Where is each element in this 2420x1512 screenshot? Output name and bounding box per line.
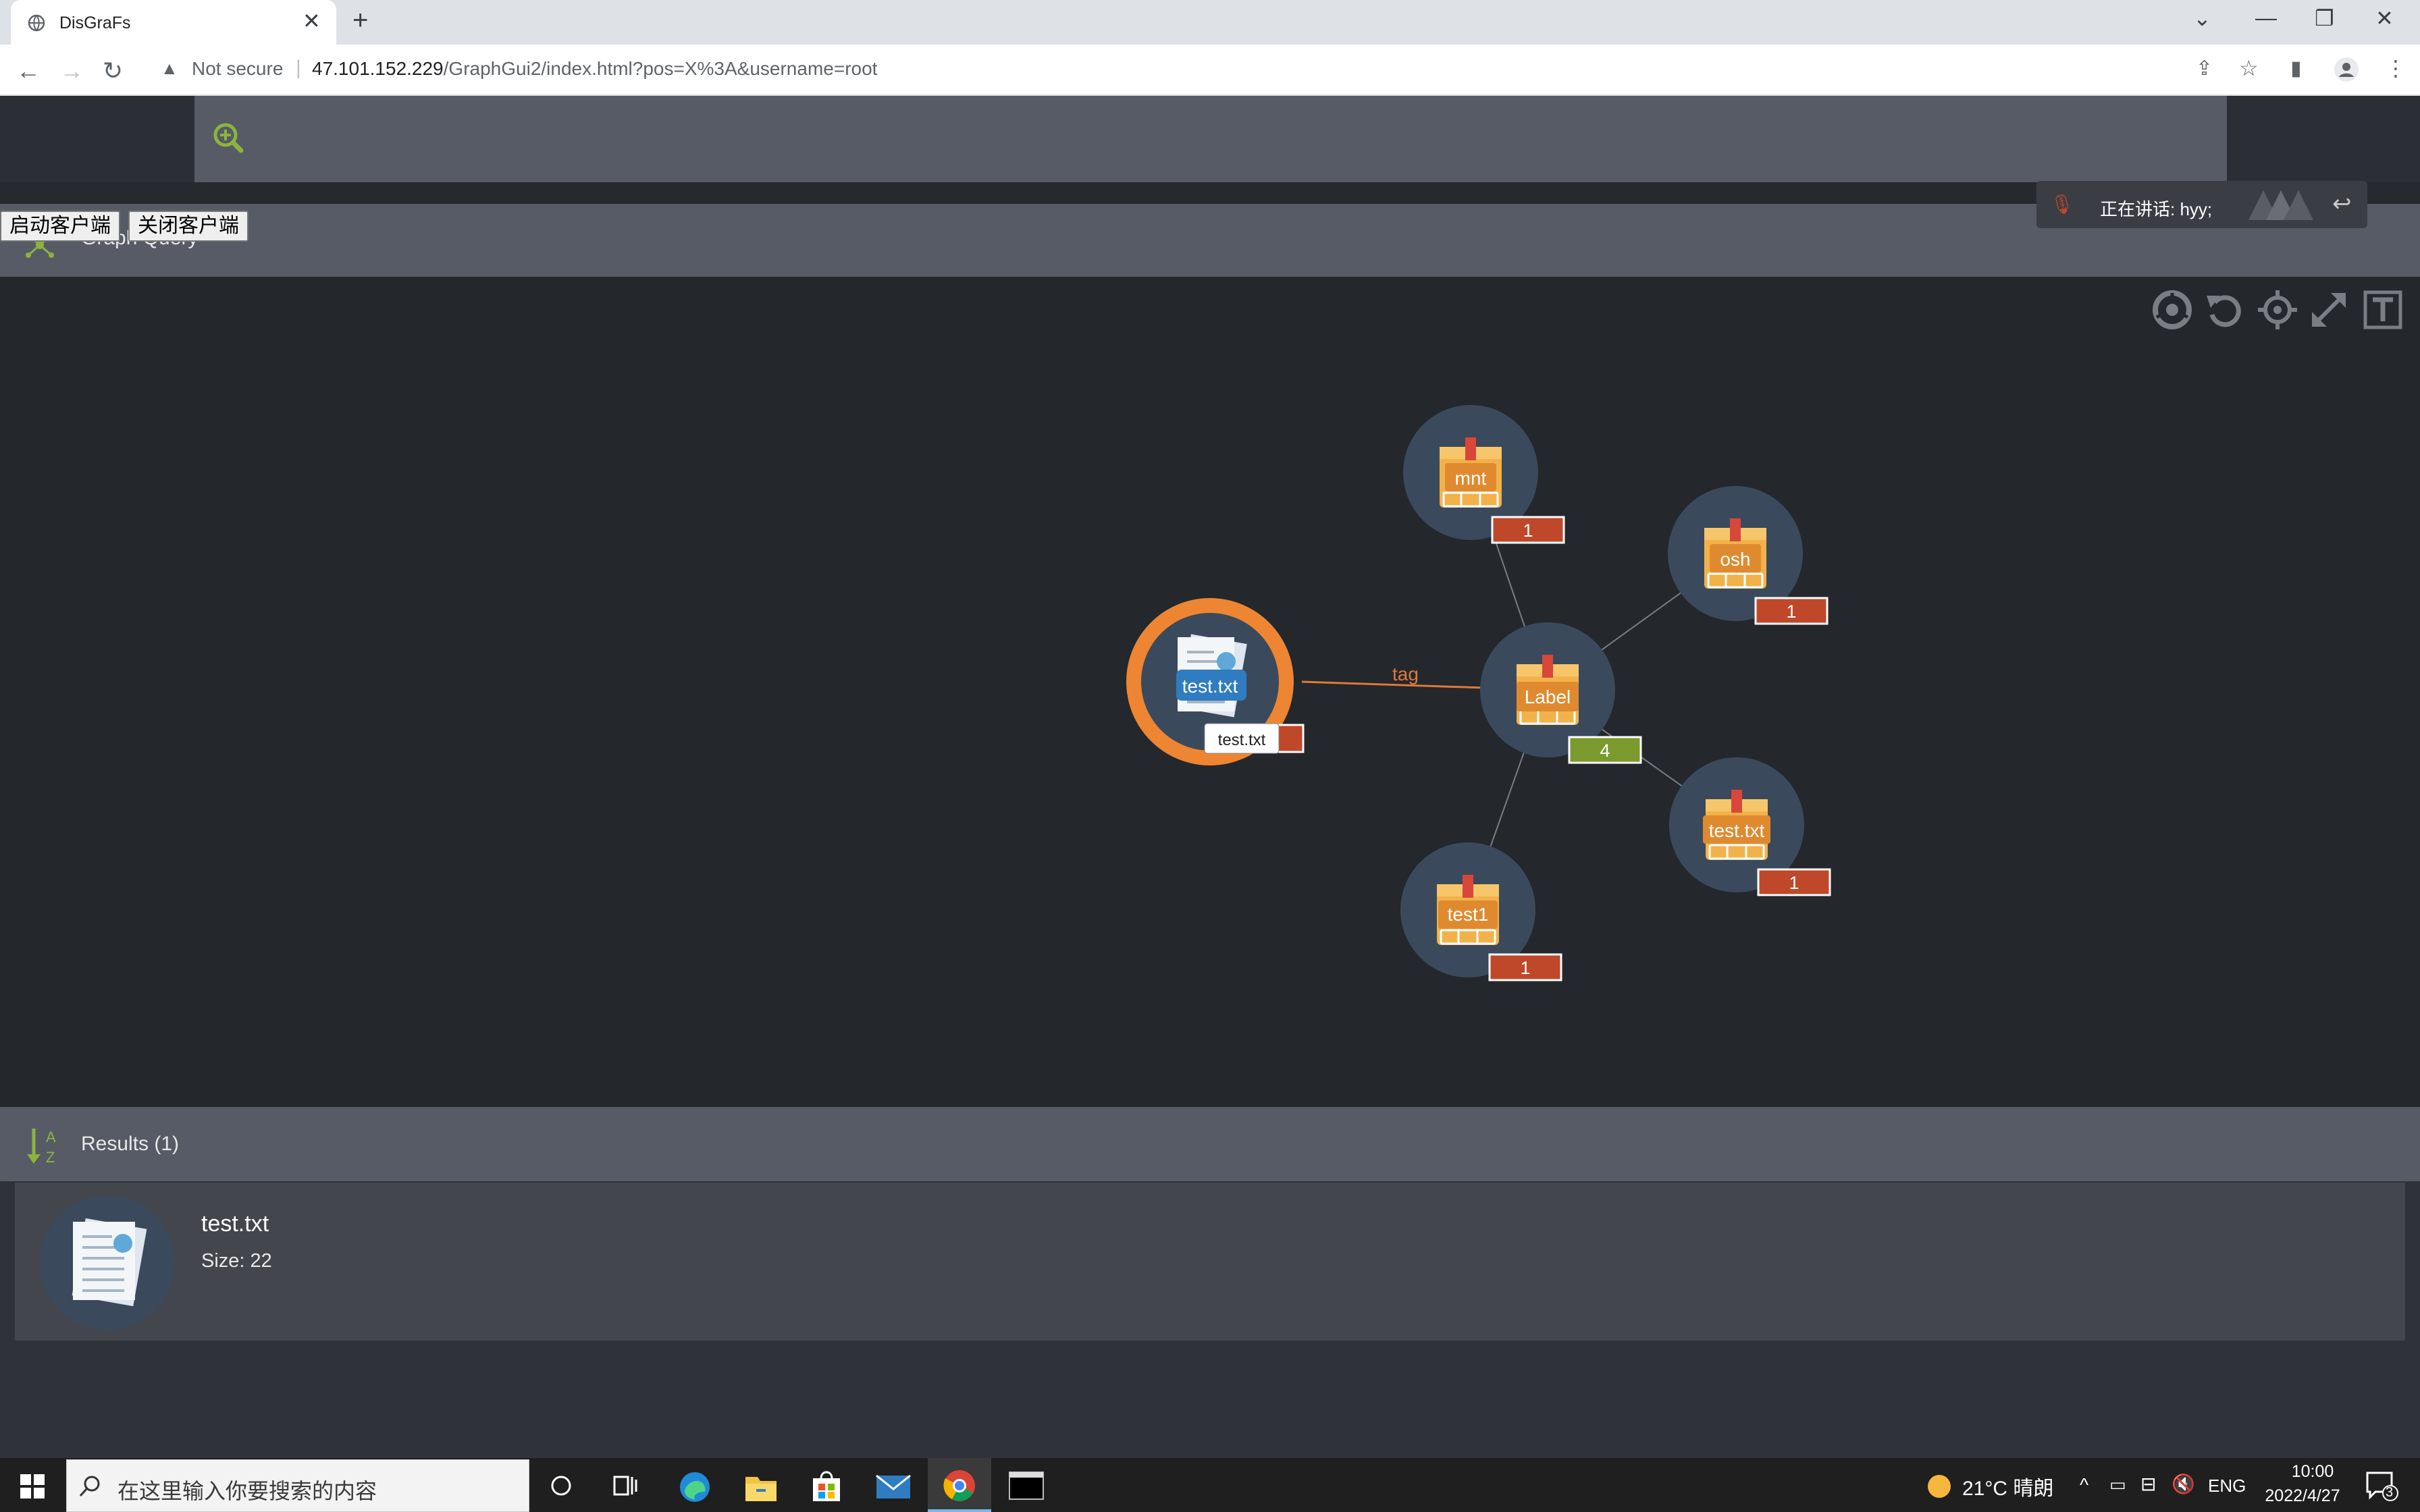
results-header: [0, 1107, 2420, 1181]
reply-icon[interactable]: ↩: [2332, 190, 2352, 217]
hub-label: Label: [1525, 686, 1571, 707]
edge-browser-icon[interactable]: [678, 1470, 712, 1504]
start-client-button[interactable]: 启动客户端: [0, 211, 120, 242]
result-size: Size: 22: [201, 1250, 272, 1272]
results-title: Results (1): [81, 1133, 180, 1155]
tag-label: mnt: [1455, 468, 1487, 489]
mail-icon[interactable]: [875, 1473, 912, 1501]
warning-icon[interactable]: ▲: [161, 58, 178, 79]
back-icon[interactable]: ←: [16, 57, 41, 85]
chrome-icon[interactable]: [943, 1469, 976, 1503]
tag-node-mnt[interactable]: mnt 1: [1403, 405, 1565, 544]
url-text[interactable]: 47.101.152.229/GraphGui2/index.html?pos=…: [312, 58, 877, 80]
notification-count: 3: [2386, 1485, 2394, 1500]
url-host: 47.101.152.229: [312, 58, 444, 79]
edge-label: tag: [1392, 664, 1419, 684]
hub-count: 4: [1600, 740, 1610, 761]
store-icon[interactable]: [810, 1469, 843, 1503]
file-explorer-icon[interactable]: [744, 1472, 778, 1503]
speaking-status: 正在讲话: hyy;: [2100, 199, 2213, 219]
reload-icon[interactable]: ↻: [103, 57, 123, 85]
menu-kebab-icon[interactable]: ⋮: [2385, 55, 2406, 81]
tag-label: test.txt: [1709, 820, 1765, 841]
sort-az-icon[interactable]: A Z: [24, 1126, 62, 1166]
tab-search-icon[interactable]: ⌄: [2193, 5, 2211, 31]
result-document-icon: [40, 1195, 175, 1330]
speaker-avatars-icon: [2248, 190, 2313, 220]
terminal-icon[interactable]: [1009, 1472, 1044, 1500]
tab-title: DisGraFs: [59, 14, 131, 32]
cortana-icon[interactable]: [550, 1474, 573, 1497]
share-icon[interactable]: ⇪: [2196, 57, 2213, 80]
profile-avatar-icon[interactable]: [2334, 57, 2359, 82]
graph-view[interactable]: tag test.txt test.txt Label 4 mnt 1 osh …: [0, 277, 2420, 1107]
tray-chevron-icon[interactable]: ^: [2080, 1474, 2088, 1496]
url-divider: |: [296, 57, 301, 79]
weather-sun-icon[interactable]: [1926, 1473, 1953, 1500]
tag-node-osh[interactable]: osh 1: [1668, 486, 1829, 625]
app-top-bar-inner: [194, 96, 2227, 182]
minimize-icon[interactable]: —: [2255, 5, 2277, 30]
search-icon: [79, 1476, 100, 1497]
weather-text[interactable]: 21°C 晴朗: [1962, 1472, 2053, 1501]
tag-label: test1: [1448, 904, 1489, 925]
result-item[interactable]: [15, 1183, 2405, 1341]
mic-muted-icon[interactable]: 🎙: [2050, 193, 2074, 215]
center-file-label: test.txt: [1182, 676, 1238, 697]
tag-count: 1: [1520, 958, 1530, 978]
volume-muted-icon[interactable]: 🔇: [2172, 1473, 2195, 1495]
restore-icon[interactable]: ❐: [2315, 5, 2334, 31]
tag-count: 1: [1789, 873, 1799, 893]
tag-count: 1: [1786, 601, 1796, 622]
tag-node-test-txt[interactable]: test.txt 1: [1669, 757, 1831, 896]
forward-icon[interactable]: →: [59, 57, 84, 85]
node-tooltip: test.txt: [1218, 731, 1266, 749]
svg-text:A: A: [46, 1129, 56, 1145]
tag-label: osh: [1720, 549, 1750, 570]
bookmark-star-icon[interactable]: ☆: [2239, 55, 2259, 81]
network-icon[interactable]: ⊟: [2140, 1473, 2156, 1495]
task-view-icon[interactable]: [613, 1474, 637, 1497]
svg-text:Z: Z: [46, 1149, 55, 1166]
side-panel-icon[interactable]: ▮: [2290, 57, 2302, 80]
battery-icon[interactable]: ▭: [2109, 1474, 2126, 1495]
globe-icon: [28, 14, 45, 32]
url-path: /GraphGui2/index.html?pos=X%3A&username=…: [443, 58, 878, 79]
label-hub-node[interactable]: Label 4: [1480, 622, 1642, 764]
windows-start-icon[interactable]: [20, 1474, 45, 1498]
close-tab-icon[interactable]: ✕: [302, 8, 321, 34]
new-tab-icon[interactable]: +: [352, 5, 368, 36]
close-window-icon[interactable]: ✕: [2375, 5, 2394, 31]
tag-node-test1[interactable]: test1 1: [1400, 842, 1562, 981]
result-name: test.txt: [201, 1211, 269, 1237]
zoom-in-icon[interactable]: [212, 122, 246, 155]
input-language[interactable]: ENG: [2208, 1476, 2246, 1496]
search-placeholder: 在这里输入你要搜索的内容: [117, 1479, 377, 1503]
notification-center-icon[interactable]: [2366, 1472, 2398, 1501]
tag-count: 1: [1523, 520, 1533, 541]
center-file-node[interactable]: test.txt test.txt: [1126, 598, 1305, 765]
clock-time[interactable]: 10:00: [2276, 1462, 2350, 1482]
clock-date[interactable]: 2022/4/27: [2255, 1486, 2350, 1506]
stop-client-button[interactable]: 关闭客户端: [128, 211, 248, 242]
security-label[interactable]: Not secure: [192, 58, 283, 80]
